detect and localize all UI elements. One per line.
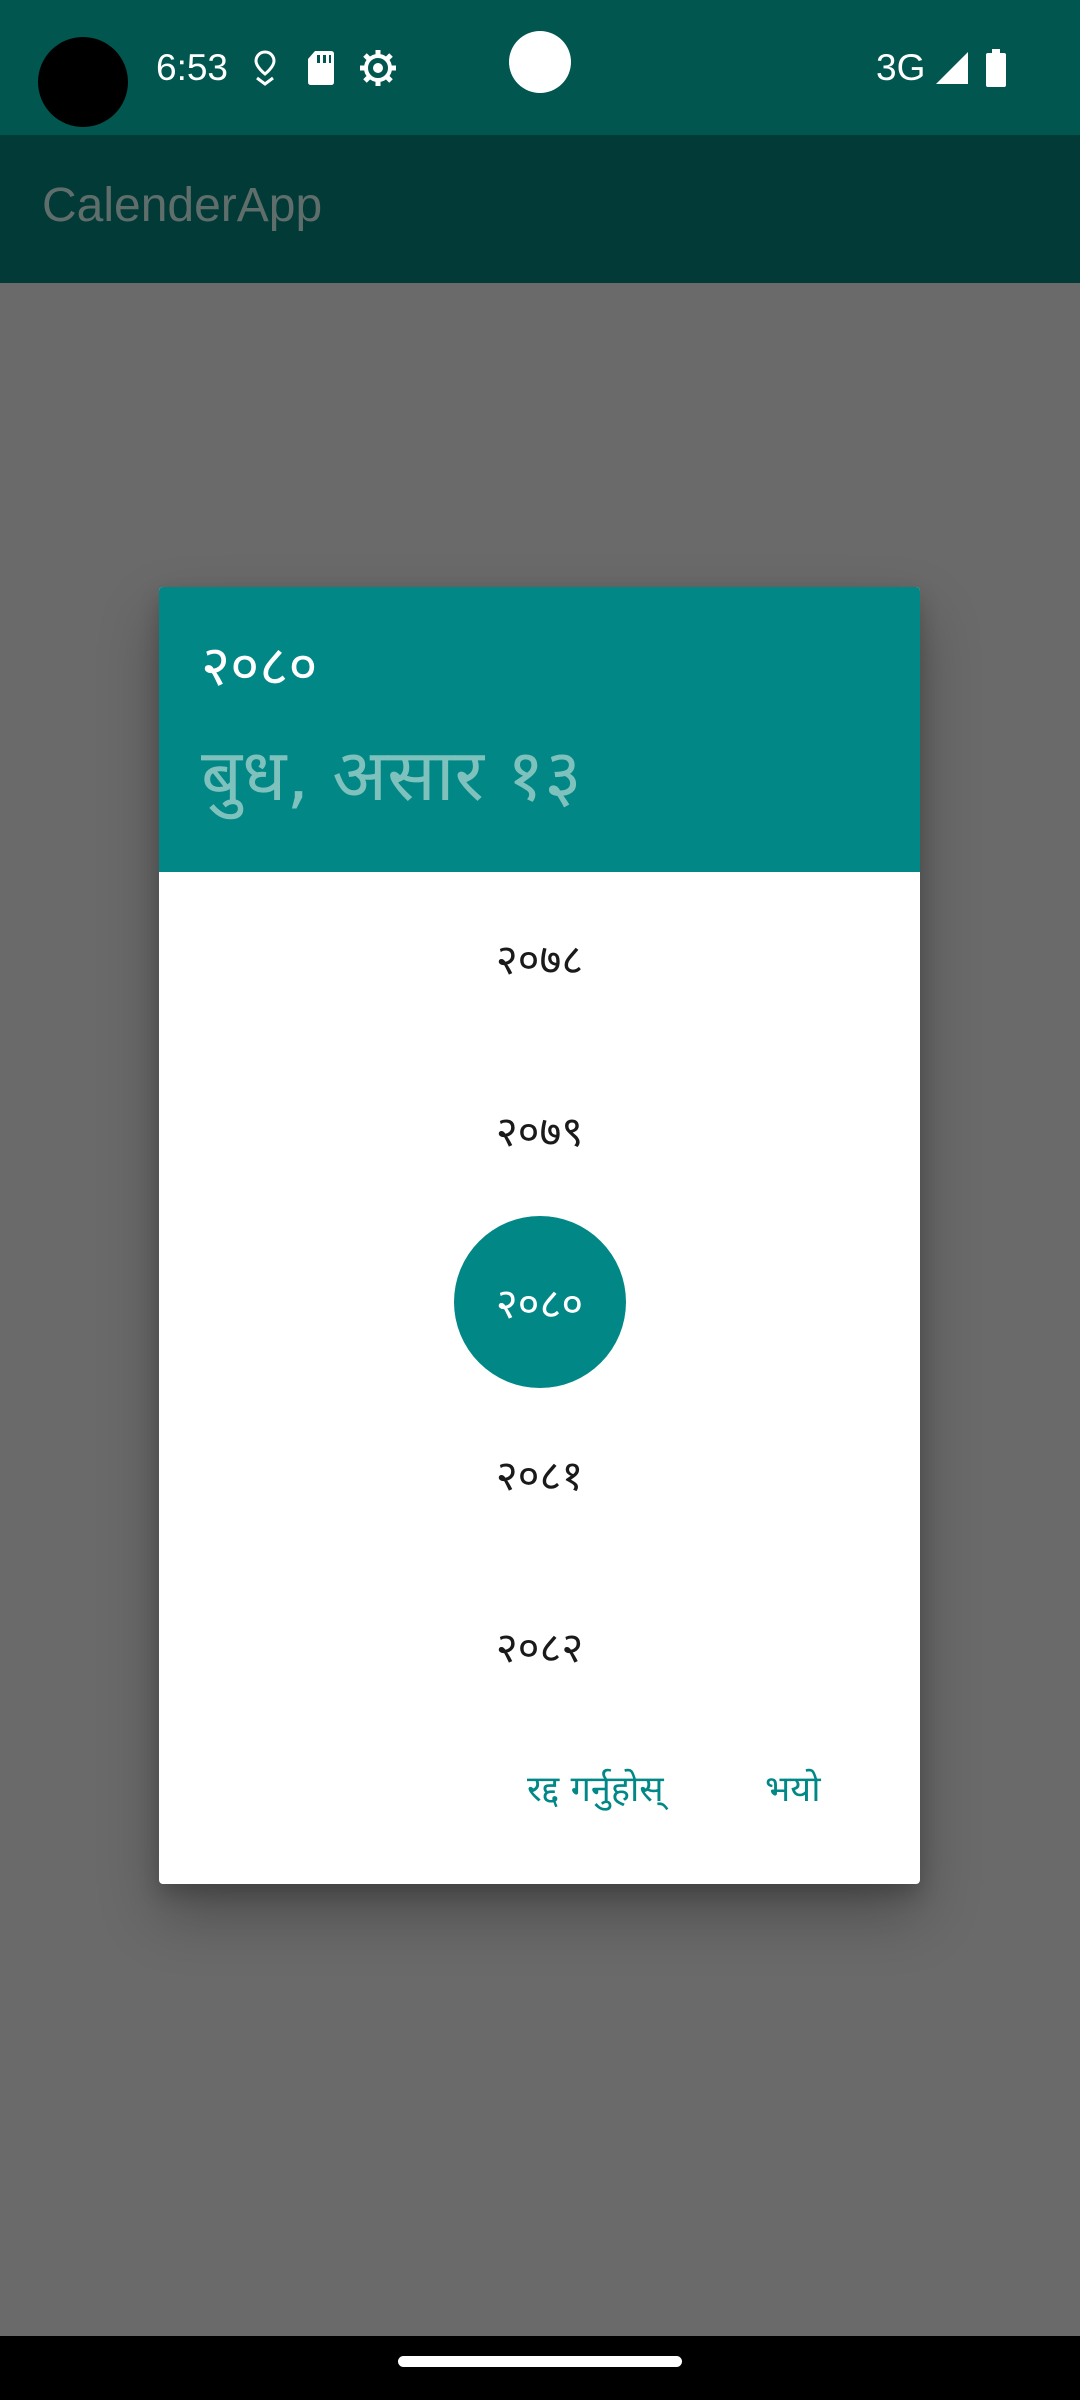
front-sensor xyxy=(509,31,571,93)
header-year[interactable]: २०८० xyxy=(201,627,317,707)
dialog-header: २०८० बुध, असार १३ xyxy=(159,587,920,872)
ok-button[interactable]: भयो xyxy=(765,1732,821,1842)
status-time: 6:53 xyxy=(156,47,229,88)
status-bar: 6:53 3G xyxy=(0,0,1080,135)
battery-icon xyxy=(986,49,1006,87)
home-handle[interactable] xyxy=(398,2356,682,2367)
year-item-selected[interactable]: २०८० xyxy=(159,1216,920,1388)
year-list[interactable]: २०७८ २०७९ २०८० २०८१ २०८२ xyxy=(159,872,920,1732)
cancel-button[interactable]: रद्द गर्नुहोस् xyxy=(527,1732,664,1842)
header-date[interactable]: बुध, असार १३ xyxy=(201,725,582,825)
settings-gear-icon xyxy=(360,50,396,86)
app-title: CalenderApp xyxy=(42,179,323,232)
signal-icon xyxy=(936,52,968,84)
camera-cutout xyxy=(38,37,128,127)
network-type: 3G xyxy=(876,47,926,88)
year-label: २०७९ xyxy=(495,1106,584,1156)
year-picker-dialog: २०८० बुध, असार १३ २०७८ २०७९ २०८० २०८१ २०… xyxy=(159,587,920,1884)
location-pin-icon xyxy=(254,50,276,86)
year-label: २०८० xyxy=(453,1216,626,1388)
year-item[interactable]: २०७९ xyxy=(159,1044,920,1216)
navigation-bar xyxy=(0,2336,1080,2400)
year-item[interactable]: २०७८ xyxy=(159,872,920,1044)
year-item[interactable]: २०८१ xyxy=(159,1388,920,1560)
sd-card-icon xyxy=(308,51,334,85)
year-label: २०७८ xyxy=(495,934,584,984)
year-label: २०८१ xyxy=(495,1450,584,1500)
dialog-actions: रद्द गर्नुहोस् भयो xyxy=(159,1732,920,1842)
year-label: २०८२ xyxy=(495,1622,584,1672)
year-item[interactable]: २०८२ xyxy=(159,1560,920,1732)
